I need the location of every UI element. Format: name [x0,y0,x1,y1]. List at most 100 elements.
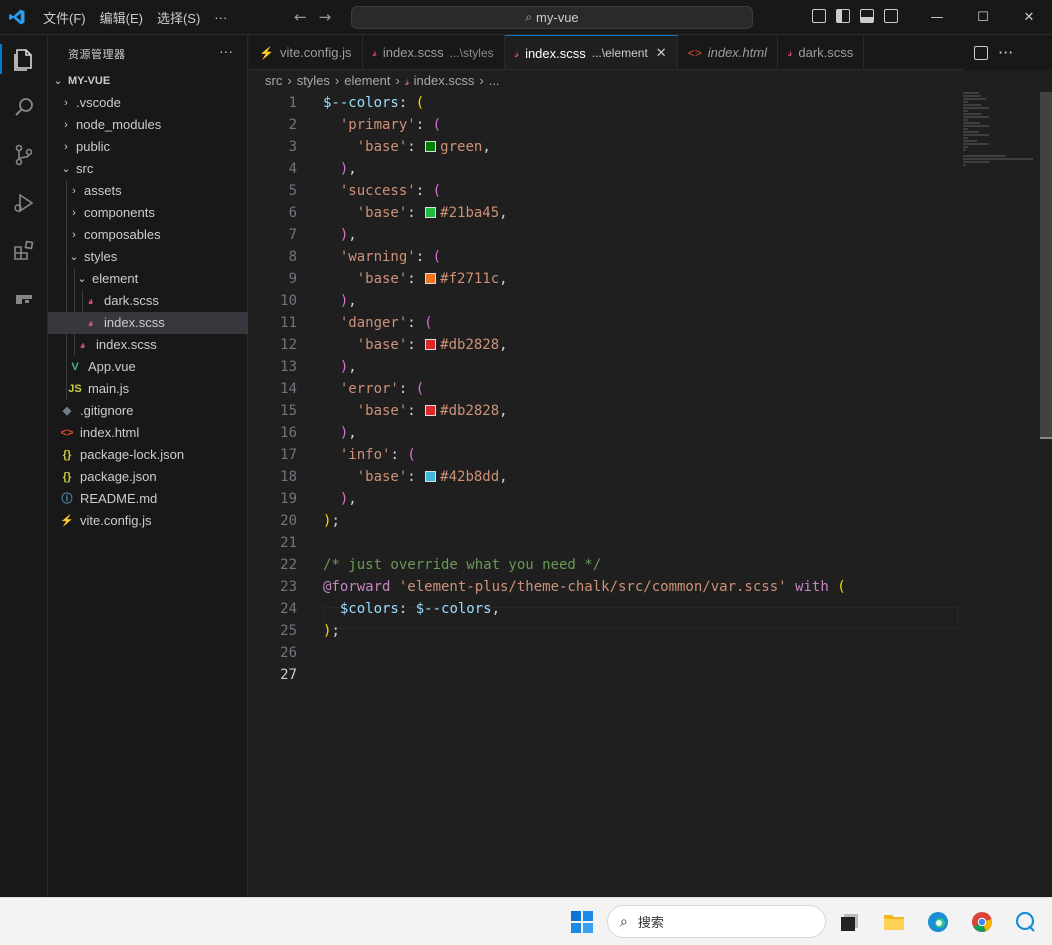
tree-folder[interactable]: › assets [48,180,248,202]
menu-more[interactable]: ··· [207,10,234,25]
command-center-search[interactable]: ⌕ my-vue [351,6,753,29]
maximize-icon[interactable]: ☐ [960,0,1006,35]
minimize-icon[interactable]: — [914,0,960,35]
color-swatch-icon[interactable] [425,273,437,284]
code-token: #f2711c [440,271,500,287]
run-debug-icon[interactable] [12,191,36,215]
tree-file[interactable]: 𝓈 index.scss [48,312,248,334]
tree-file[interactable]: ⓘ README.md [48,488,248,510]
editor-tab[interactable]: ⚡ vite.config.js [249,35,363,69]
menu-file[interactable]: 文件(F) [36,8,93,27]
tree-folder[interactable]: › node_modules [48,114,248,136]
color-swatch-icon[interactable] [425,471,437,482]
code-line: 10 ), [249,290,959,312]
line-number: 22 [280,557,297,573]
code-editor[interactable]: 1 $--colors: (2 'primary': (3 'base': gre… [249,92,959,686]
editor-tab[interactable]: 𝓈 index.scss ...\styles [363,35,505,69]
code-text: 'base': #21ba45, [323,202,508,224]
tree-item-label: src [76,161,94,176]
tree-file[interactable]: {} package.json [48,466,248,488]
breadcrumb-file[interactable]: index.scss [414,73,475,88]
more-actions-icon[interactable]: ··· [998,43,1013,62]
tree-file[interactable]: 𝓈 dark.scss [48,290,248,312]
edge-icon[interactable] [926,910,950,934]
back-arrow-icon[interactable]: ← [294,8,307,26]
tree-folder[interactable]: ⌄ styles [48,246,248,268]
code-token: ( [415,95,425,111]
menu-edit[interactable]: 编辑(E) [93,8,150,27]
tree-folder[interactable]: › composables [48,224,248,246]
tree-folder[interactable]: ⌄ src [48,158,248,180]
editor-tab[interactable]: 𝓈 index.scss ...\element ✕ [504,35,678,69]
tree-folder[interactable]: › .vscode [48,92,248,114]
code-token: @forward [323,579,399,595]
code-token: , [499,205,508,221]
code-token: ( [432,183,442,199]
breadcrumb-src[interactable]: src [265,73,282,88]
vertical-scrollbar[interactable] [1038,92,1052,897]
scrollbar-thumb[interactable] [1040,92,1052,437]
line-number: 11 [280,315,297,331]
remote-icon[interactable] [12,287,36,311]
source-control-icon[interactable] [12,143,36,167]
code-text: ); [323,510,340,532]
tree-folder[interactable]: › components [48,202,248,224]
tree-file[interactable]: 𝓈 index.scss [48,334,248,356]
indent-guide [66,246,67,268]
search-icon[interactable] [12,95,36,119]
tree-file[interactable]: ⚡ vite.config.js [48,510,248,532]
minimap-line [963,158,1033,160]
minimap[interactable] [963,92,1035,166]
tab-description: ...\styles [449,45,494,60]
close-tab-icon[interactable]: ✕ [656,45,667,61]
menu-selection[interactable]: 选择(S) [150,8,207,27]
sidebar-more-actions[interactable]: ··· [219,43,233,59]
minimap-line [963,101,969,103]
windows-start-icon[interactable] [571,911,593,933]
toggle-primary-sidebar-icon[interactable] [836,9,850,23]
tree-item-label: .gitignore [80,403,134,418]
json-file-icon: {} [62,471,72,483]
chat-icon[interactable] [1014,910,1038,934]
split-editor-icon[interactable] [974,45,988,60]
code-line: 11 'danger': ( [249,312,959,334]
color-swatch-icon[interactable] [425,141,437,152]
tree-file[interactable]: {} package-lock.json [48,444,248,466]
code-token: , [348,227,357,243]
taskbar-search[interactable]: ⌕ 搜索 [607,905,826,938]
sidebar-title: 资源管理器 [68,49,126,61]
close-icon[interactable]: ✕ [1006,0,1052,35]
color-swatch-icon[interactable] [425,339,437,350]
editor-tab[interactable]: 𝓈 dark.scss [778,35,865,69]
extensions-icon[interactable] [12,239,36,263]
toggle-secondary-sidebar-icon[interactable] [884,9,898,23]
editor-tab[interactable]: <> index.html [678,35,778,69]
tree-folder[interactable]: › public [48,136,248,158]
tree-file[interactable]: ◆ .gitignore [48,400,248,422]
task-view-icon[interactable] [838,910,862,934]
tree-item-label: .vscode [76,95,121,110]
explorer-icon[interactable] [12,47,36,71]
chrome-icon[interactable] [970,910,994,934]
tree-root-label: MY-VUE [68,75,111,87]
file-explorer-icon[interactable] [882,910,906,934]
tree-folder[interactable]: ⌄ element [48,268,248,290]
color-swatch-icon[interactable] [425,207,437,218]
tree-file[interactable]: V App.vue [48,356,248,378]
code-line: 15 'base': #db2828, [249,400,959,422]
breadcrumb-styles[interactable]: styles [297,73,330,88]
color-swatch-icon[interactable] [425,405,437,416]
tree-item-label: index.scss [104,315,165,330]
code-line: 1 $--colors: ( [249,92,959,114]
breadcrumb-symbol[interactable]: ... [489,73,500,88]
toggle-panel-icon[interactable] [860,9,874,23]
tree-root[interactable]: ⌄ MY-VUE [48,70,248,92]
customize-layout-icon[interactable] [812,9,826,23]
minimap-line [963,116,989,118]
tree-file[interactable]: <> index.html [48,422,248,444]
code-token: : [415,117,433,133]
tree-file[interactable]: JS main.js [48,378,248,400]
forward-arrow-icon[interactable]: → [319,8,332,26]
breadcrumb-element[interactable]: element [344,73,390,88]
